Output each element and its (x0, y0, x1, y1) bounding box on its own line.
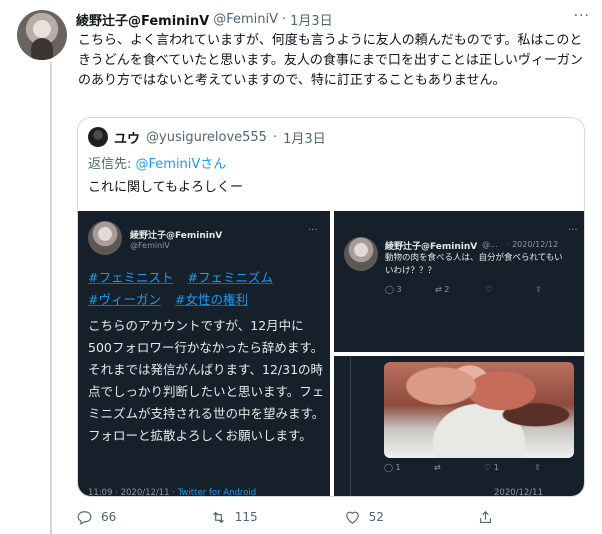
tweet-date[interactable]: 1月3日 (290, 10, 333, 29)
quote-header: ユウ @yusigurelove555 · 1月3日 (88, 127, 326, 147)
share-icon (480, 510, 492, 523)
panel-hashtags: #フェミニスト #フェミニズム #ヴィーガン #女性の権利 (88, 267, 324, 311)
panel-retweet: ⇄ 2 (435, 285, 450, 294)
panel-thread-line (350, 356, 351, 496)
tweet-header: 綾野辻子@FemininV @FeminiV · 1月3日 (76, 9, 562, 29)
like-button[interactable]: 52 (344, 509, 478, 526)
like-count: 52 (368, 510, 384, 524)
reply-prefix: 返信先: (88, 157, 136, 172)
heart-icon (345, 511, 359, 524)
quote-display-name: ユウ (114, 131, 141, 147)
panel-actions: ◯ 3 ⇄ 2 ♡ ⇪ (385, 285, 584, 294)
quote-handle: @yusigurelove555 (146, 129, 267, 145)
panel-body-text: こちらのアカウントですが、12月中に500フォロワー行かなかったら辞めます。それ… (88, 318, 325, 443)
retweet-count: 115 (234, 510, 258, 524)
more-options-icon[interactable]: ··· (574, 8, 590, 24)
header-separator: · (282, 11, 287, 27)
retweet-button[interactable]: 115 (210, 509, 344, 526)
quote-date: 1月3日 (283, 131, 326, 147)
hashtag: #フェミニスト (88, 270, 174, 285)
panel-more-icon: ··· (568, 225, 578, 236)
tweet-actions: 66 115 52 (76, 506, 506, 528)
panel-avatar (344, 237, 378, 271)
quote-text: これに関してもよろしくー (88, 180, 243, 195)
share-button[interactable] (477, 509, 506, 526)
author-avatar[interactable] (17, 10, 67, 60)
panel-share: ⇪ (534, 463, 541, 472)
hashtag: #ヴィーガン (88, 292, 161, 307)
thread-line (50, 62, 52, 534)
panel-handle: @FeminiV (130, 241, 170, 250)
panel-more-icon: ··· (308, 225, 318, 236)
media-image-top-right[interactable]: 綾野辻子@FemininV @... · 2020/12/12 ··· 動物の肉… (334, 211, 584, 352)
panel-footer-time: 11:09 · 2020/12/11 · (88, 488, 178, 497)
panel-handle: @... (482, 240, 498, 249)
reply-count: 66 (101, 510, 117, 524)
panel-actions: ◯ 1 ⇄ ♡ 1 ⇪ (384, 463, 584, 472)
reply-to-handle[interactable]: @FeminiVさん (136, 157, 227, 172)
panel-retweet: ⇄ (434, 463, 441, 472)
food-photo (384, 362, 574, 458)
quote-separator: · (272, 129, 278, 145)
media-grid: 綾野辻子@FemininV @FeminiV ··· #フェミニスト #フェミニ… (78, 211, 584, 497)
reply-to-line: 返信先: @FeminiVさん (88, 153, 226, 172)
panel-footer: 11:09 · 2020/12/11 · Twitter for Android (88, 488, 257, 497)
panel-tweet-text: 動物の肉を食べる人は、自分が食べられてもいいわけ？？？ (385, 253, 563, 276)
media-image-left[interactable]: 綾野辻子@FemininV @FeminiV ··· #フェミニスト #フェミニ… (78, 211, 330, 497)
quoted-tweet[interactable]: ユウ @yusigurelove555 · 1月3日 返信先: @FeminiV… (77, 117, 585, 497)
media-image-bottom-right[interactable]: ◯ 1 ⇄ ♡ 1 ⇪ 2020/12/11 (334, 356, 584, 497)
panel-display-name: 綾野辻子@FemininV (130, 231, 223, 241)
reply-icon (77, 510, 92, 525)
panel-reply: ◯ 1 (384, 463, 401, 472)
retweet-icon (212, 511, 224, 523)
hashtag: #フェミニズム (187, 270, 273, 285)
panel-date: · 2020/12/12 (507, 240, 559, 249)
panel-like: ♡ 1 (484, 463, 499, 472)
panel-avatar (88, 221, 122, 255)
panel-like: ♡ (485, 285, 493, 294)
author-display-name[interactable]: 綾野辻子@FemininV (76, 10, 209, 29)
hashtag: #女性の権利 (174, 292, 248, 307)
panel-footer-date: 2020/12/11 (494, 488, 543, 497)
panel-display-name: 綾野辻子@FemininV (385, 242, 478, 252)
reply-button[interactable]: 66 (76, 509, 210, 526)
panel-reply: ◯ 3 (385, 285, 402, 294)
tweet-text: こちら、よく言われていますが、何度も言うように友人の頼んだものです。私はこのとき… (78, 33, 583, 88)
author-handle[interactable]: @FeminiV (213, 12, 278, 27)
panel-footer-source: Twitter for Android (177, 488, 257, 497)
quote-author-avatar (88, 127, 108, 147)
panel-share: ⇪ (535, 285, 542, 294)
